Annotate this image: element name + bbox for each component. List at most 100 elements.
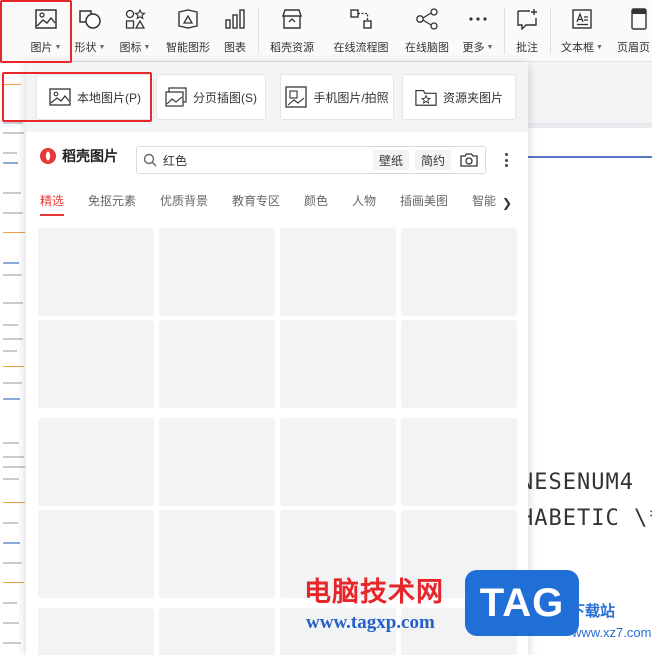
phone-image-label: 手机图片/拍照 — [313, 90, 389, 105]
camera-icon[interactable] — [457, 150, 481, 170]
category-tab[interactable]: 免抠元素 — [88, 192, 136, 209]
document-line — [3, 132, 24, 134]
image-thumbnail[interactable] — [38, 228, 154, 316]
online-mindmap-button[interactable]: 在线脑图 — [400, 6, 454, 58]
chart-label: 图表 — [224, 42, 246, 54]
comment-icon — [514, 6, 540, 32]
phone-image-button[interactable]: 手机图片/拍照 — [280, 74, 394, 120]
image-thumbnail[interactable] — [401, 320, 517, 408]
chart-icon — [222, 6, 248, 32]
document-line — [3, 152, 17, 154]
picture-button[interactable]: 图片 ▼ — [26, 6, 66, 58]
library-header: 稻壳图片 — [40, 146, 118, 166]
image-search-box[interactable]: 红色 壁纸 简约 — [136, 146, 486, 174]
ribbon-divider — [550, 8, 551, 54]
document-line — [3, 466, 25, 468]
folder-image-icon — [415, 86, 437, 108]
image-thumbnail[interactable] — [159, 608, 275, 655]
folder-image-button[interactable]: 资源夹图片 — [402, 74, 516, 120]
image-thumbnail[interactable] — [38, 418, 154, 506]
image-thumbnail[interactable] — [401, 228, 517, 316]
page-rule — [528, 156, 652, 158]
image-thumbnail[interactable] — [280, 418, 396, 506]
image-thumbnail[interactable] — [159, 510, 275, 598]
phone-image-icon — [285, 86, 307, 108]
document-line — [3, 602, 17, 604]
xz-logo-text: 下载站 — [570, 603, 616, 620]
paged-image-label: 分页插图(S) — [193, 90, 257, 105]
chart-button[interactable]: 图表 — [220, 6, 250, 58]
simple-chip[interactable]: 简约 — [414, 150, 451, 170]
document-line — [3, 502, 25, 503]
textbox-label: 文本框 — [561, 42, 595, 54]
search-icon — [137, 153, 163, 167]
docer-logo-icon — [40, 148, 56, 164]
paged-image-button[interactable]: 分页插图(S) — [156, 74, 266, 120]
image-thumbnail[interactable] — [38, 510, 154, 598]
document-line — [3, 562, 22, 564]
online-mindmap-label: 在线脑图 — [405, 42, 449, 54]
chevron-down-icon: ▼ — [54, 43, 62, 51]
document-line — [3, 302, 23, 304]
paged-image-icon — [165, 86, 187, 108]
comment-button[interactable]: 批注 — [512, 6, 542, 58]
search-input[interactable]: 红色 — [163, 152, 373, 169]
document-line — [3, 262, 19, 264]
document-line — [3, 398, 20, 400]
image-thumbnail[interactable] — [159, 228, 275, 316]
document-line — [3, 382, 22, 384]
category-tabs: 精选 免抠元素 优质背景 教育专区 颜色 人物 插画美图 智能抠 — [40, 192, 520, 216]
document-line — [3, 212, 23, 214]
document-line — [3, 122, 23, 124]
category-tab[interactable]: 优质背景 — [160, 192, 208, 209]
subbar-right — [528, 62, 652, 124]
local-image-icon — [49, 86, 71, 108]
document-line — [3, 456, 24, 458]
header-icon — [626, 6, 652, 32]
store-icon — [279, 6, 305, 32]
document-line — [3, 642, 21, 644]
watermark-url: www.tagxp.com — [306, 612, 435, 633]
image-thumbnail[interactable] — [159, 320, 275, 408]
xz-url: www.xz7.com — [572, 625, 652, 640]
picture-source-row: 本地图片(P) 分页插图(S) 手机图片/拍照 资源夹图片 — [26, 62, 528, 132]
document-line — [3, 192, 21, 194]
image-thumbnail[interactable] — [159, 418, 275, 506]
category-tab[interactable]: 人物 — [352, 192, 376, 209]
chevron-down-icon: ▼ — [486, 43, 494, 51]
image-thumbnail[interactable] — [38, 608, 154, 655]
category-tab[interactable]: 精选 — [40, 192, 64, 209]
more-button[interactable]: 更多 ▼ — [460, 6, 496, 58]
category-tab[interactable]: 教育专区 — [232, 192, 280, 209]
local-image-button[interactable]: 本地图片(P) — [36, 74, 154, 120]
image-thumbnail[interactable] — [280, 320, 396, 408]
more-options-icon[interactable] — [500, 150, 512, 170]
insert-ribbon: 图片 ▼ 形状 ▼ 图标 ▼ 智能图形 图表 稻壳资源 在线流程图 在线脑图 更… — [0, 0, 652, 62]
document-text-line-1: NESENUM4 — [520, 470, 634, 495]
category-tab[interactable]: 颜色 — [304, 192, 328, 209]
chevron-down-icon: ▼ — [98, 43, 106, 51]
textbox-button[interactable]: 文本框 ▼ — [558, 6, 606, 58]
chevron-right-icon[interactable]: ❯ — [496, 192, 518, 214]
document-line — [3, 162, 18, 164]
flowchart-icon — [348, 6, 374, 32]
header-footer-button[interactable]: 页眉页 — [614, 6, 652, 58]
shape-button[interactable]: 形状 ▼ — [72, 6, 108, 58]
document-line — [3, 582, 24, 583]
icons-button[interactable]: 图标 ▼ — [116, 6, 154, 58]
online-flowchart-button[interactable]: 在线流程图 — [328, 6, 394, 58]
image-thumbnail[interactable] — [38, 320, 154, 408]
smartart-button[interactable]: 智能图形 — [162, 6, 214, 58]
shape-icon — [77, 6, 103, 32]
document-line — [3, 478, 19, 480]
category-tab[interactable]: 插画美图 — [400, 192, 448, 209]
document-line — [3, 350, 17, 352]
image-thumbnail[interactable] — [280, 228, 396, 316]
docer-resources-label: 稻壳资源 — [270, 42, 314, 54]
document-line — [3, 338, 23, 340]
wallpaper-chip[interactable]: 壁纸 — [372, 150, 409, 170]
document-line — [3, 366, 24, 367]
image-thumbnail[interactable] — [401, 418, 517, 506]
docer-resources-button[interactable]: 稻壳资源 — [266, 6, 318, 58]
document-line — [3, 522, 18, 524]
